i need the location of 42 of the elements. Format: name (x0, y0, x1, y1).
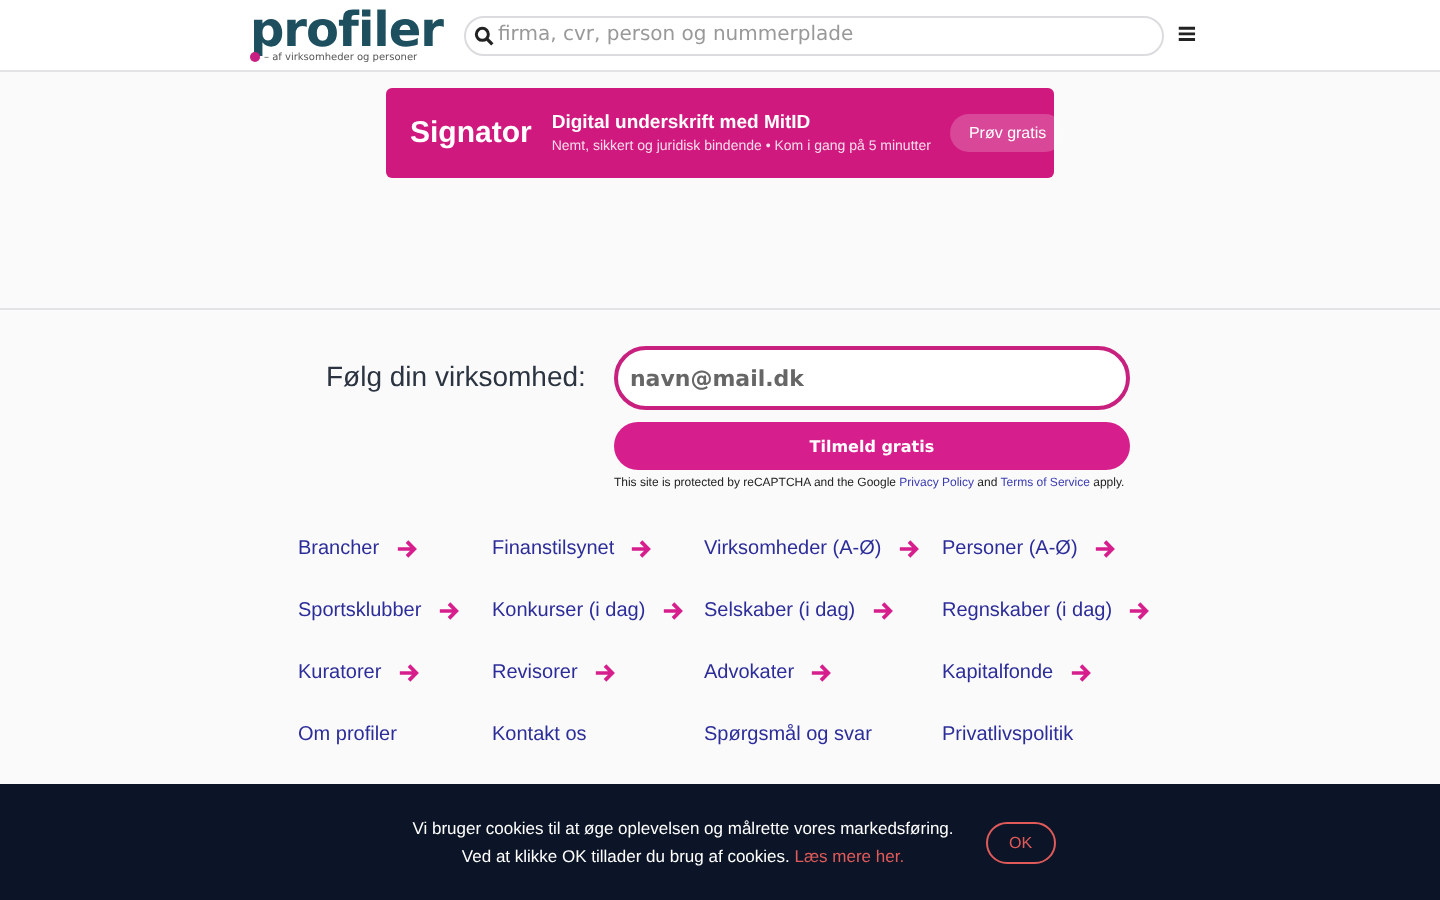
footer-link[interactable]: Kuratorer (298, 662, 382, 684)
arrow-right-icon (1069, 662, 1092, 684)
arrow-right-icon (1093, 538, 1116, 560)
banner-brand: Signator (410, 116, 532, 150)
arrow-right-icon (397, 662, 420, 684)
footer-link[interactable]: Revisorer (492, 662, 578, 684)
arrow-right-icon (810, 662, 833, 684)
cookie-text: Vi bruger cookies til at øge oplevelsen og målrette vores markedsføring. (412, 818, 954, 838)
search-icon (474, 25, 494, 45)
arrow-right-icon (897, 538, 920, 560)
logo[interactable]: profiler (250, 7, 450, 51)
follow-label: Følg din virksomhed: (326, 360, 586, 396)
email-field[interactable]: navn@mail.dk (613, 346, 1130, 410)
ok-button[interactable]: OK (985, 821, 1056, 863)
arrow-right-icon (1128, 600, 1151, 622)
arrow-right-icon (871, 600, 894, 622)
cookie-text: Ved at klikke OK tillader du brug af cookies. (461, 846, 790, 866)
footer-link[interactable]: Kapitalfonde (942, 662, 1054, 684)
footer-link[interactable]: Sportsklubber (298, 600, 422, 622)
footer-link[interactable]: Om profiler (298, 724, 397, 746)
logo-dot-icon (250, 52, 260, 62)
footer-link[interactable]: Privatlivspolitik (942, 724, 1074, 746)
read-more-link[interactable]: Læs mere her. (794, 846, 905, 866)
footer-link[interactable]: Brancher (298, 538, 380, 560)
arrow-right-icon (661, 600, 684, 622)
footer-link[interactable]: Personer (A-Ø) (942, 538, 1078, 560)
footer-link[interactable]: Spørgsmål og svar (704, 724, 872, 746)
footer-link[interactable]: Regnskaber (i dag) (942, 600, 1113, 622)
search-field[interactable]: firma, cvr, person og nummerplade (464, 15, 1164, 55)
arrow-right-icon (630, 538, 653, 560)
arrow-right-icon (593, 662, 616, 684)
footer-link[interactable]: Finanstilsynet (492, 538, 615, 560)
footer-link[interactable]: Virksomheder (A-Ø) (704, 538, 882, 560)
banner-title: Digital underskrift med MitID (551, 112, 813, 134)
footer-link[interactable]: Konkurser (i dag) (492, 600, 646, 622)
arrow-right-icon (395, 538, 418, 560)
footer-link[interactable]: Kontakt os (492, 724, 587, 746)
footer-link[interactable]: Advokater (704, 662, 795, 684)
footer-link[interactable]: Selskaber (i dag) (704, 600, 856, 622)
menu-icon[interactable]: ≡ (1176, 20, 1198, 50)
signup-button[interactable]: Tilmeld gratis (613, 422, 1130, 470)
arrow-right-icon (437, 600, 460, 622)
